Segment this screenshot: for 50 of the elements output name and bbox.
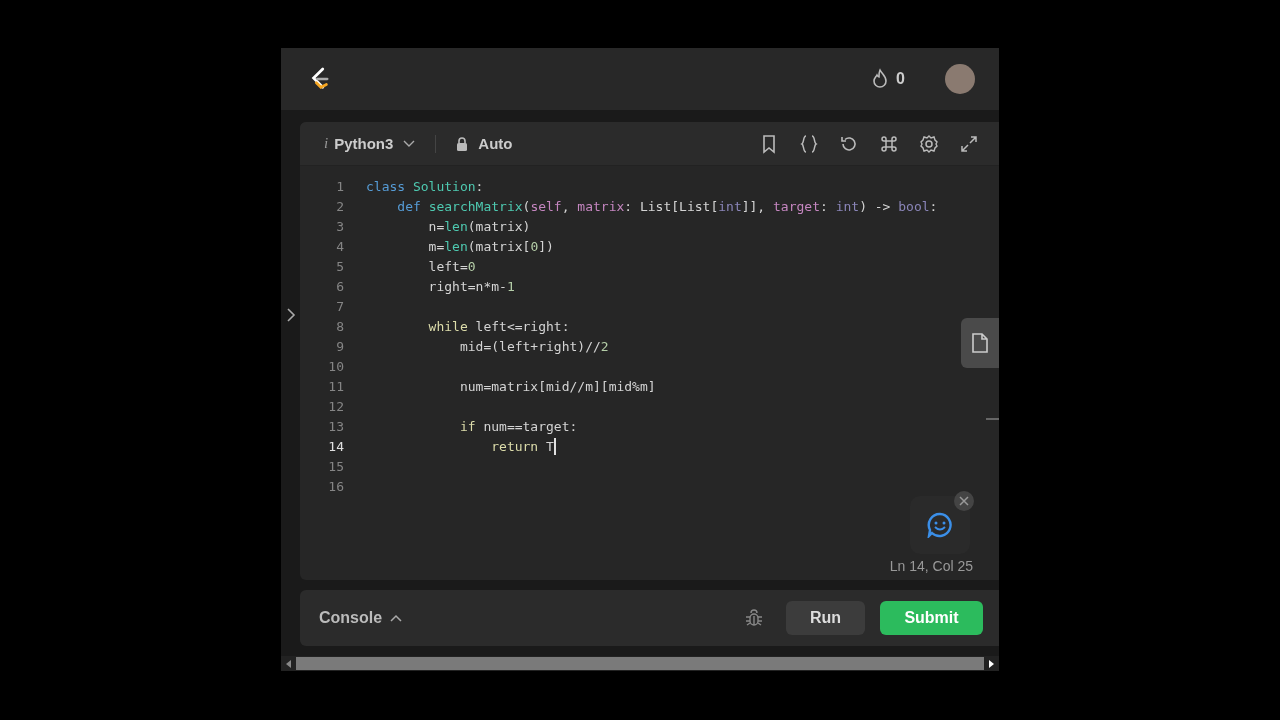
bug-icon[interactable]	[744, 608, 764, 628]
line-number: 14	[327, 438, 345, 454]
code-line: if num==target:	[458, 418, 578, 434]
chevron-right-icon[interactable]	[285, 306, 296, 323]
line-number: 5	[335, 258, 345, 274]
line-number: 11	[327, 378, 345, 394]
file-icon	[971, 332, 989, 354]
code-line: num=matrix[mid//m][mid%m]	[458, 378, 656, 394]
code-line: left=0	[427, 258, 476, 274]
chevron-up-icon	[390, 614, 403, 622]
command-icon[interactable]	[879, 133, 899, 154]
code-line: n=len(matrix)	[427, 218, 531, 234]
settings-icon[interactable]	[919, 133, 939, 154]
line-number: 16	[327, 478, 345, 494]
note-tab[interactable]	[961, 318, 999, 368]
language-selector[interactable]: i Python3	[324, 135, 416, 152]
code-line: class Solution:	[366, 178, 484, 194]
line-number: 12	[327, 398, 345, 414]
line-number: 8	[335, 318, 345, 334]
console-toggle[interactable]: Console	[319, 609, 403, 627]
code-line: mid=(left+right)//2	[458, 338, 609, 354]
close-icon[interactable]	[954, 491, 974, 511]
line-number: 9	[335, 338, 345, 354]
line-number: 15	[327, 458, 345, 474]
caret-icon	[403, 139, 416, 148]
smiley-chat-icon	[927, 512, 953, 538]
horizontal-scrollbar[interactable]	[281, 656, 999, 671]
code-line: while left<=right:	[427, 318, 570, 334]
line-number: 10	[327, 358, 345, 374]
line-number: 3	[335, 218, 345, 234]
line-number: 2	[335, 198, 345, 214]
cursor-position: Ln 14, Col 25	[889, 558, 973, 574]
logo-icon[interactable]	[309, 66, 331, 92]
line-number: 13	[327, 418, 345, 434]
line-number: 4	[335, 238, 345, 254]
run-button[interactable]: Run	[786, 601, 865, 635]
avatar[interactable]	[945, 64, 975, 94]
line-number: 6	[335, 278, 345, 294]
code-line: right=n*m-1	[427, 278, 515, 294]
braces-icon[interactable]	[799, 133, 819, 154]
line-number: 1	[335, 178, 345, 194]
code-line: return T	[490, 437, 556, 455]
chat-button[interactable]	[910, 496, 970, 554]
lock-icon	[456, 136, 469, 151]
streak-count: 0	[896, 70, 905, 88]
code-line: m=len(matrix[0])	[427, 238, 554, 254]
code-line: def searchMatrix(self, matrix: List[List[int]], target: int) -> bool:	[396, 198, 938, 214]
line-number: 7	[335, 298, 345, 314]
expand-icon[interactable]	[959, 133, 979, 154]
mode-selector[interactable]: Auto	[456, 135, 513, 152]
